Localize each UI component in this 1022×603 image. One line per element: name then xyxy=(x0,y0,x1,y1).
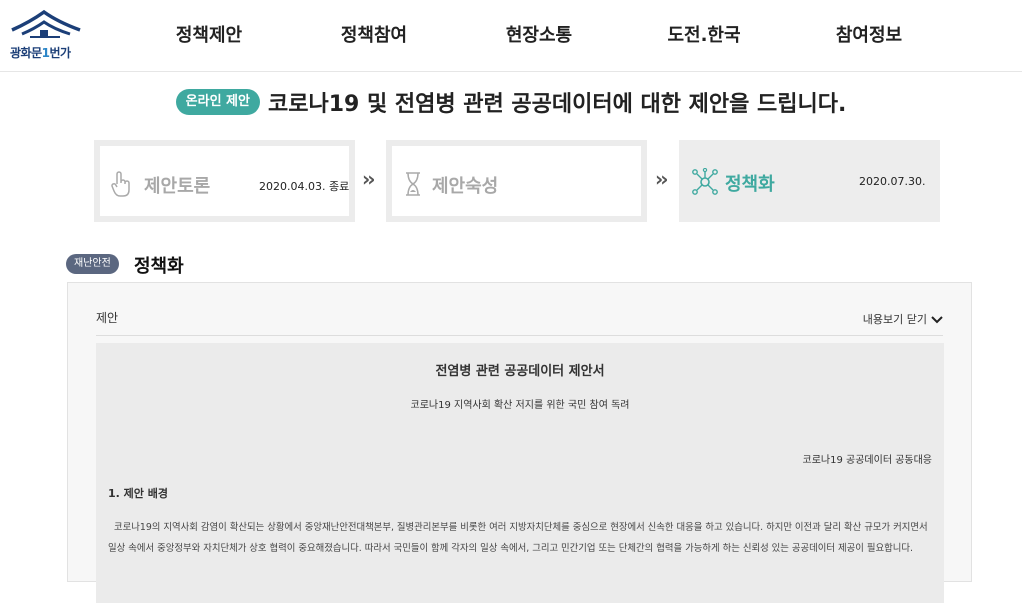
proposal-document: 전염병 관련 공공데이터 제안서 코로나19 지역사회 확산 저지를 위한 국민… xyxy=(96,343,944,603)
step-policy: 정책화 2020.07.30. xyxy=(679,140,940,222)
nav-participation-info[interactable]: 참여정보 xyxy=(820,22,918,50)
document-organization: 코로나19 공공데이터 공동대응 xyxy=(802,455,932,466)
step-maturation-label: 제안숙성 xyxy=(432,176,499,197)
proposal-panel: 제안 내용보기 닫기 전염병 관련 공공데이터 제안서 코로나19 지역사회 확… xyxy=(67,282,972,603)
step-discussion-date: 2020.04.03. 종료 xyxy=(259,180,350,193)
toggle-content-label: 내용보기 닫기 xyxy=(862,313,927,326)
online-proposal-badge: 온라인 제안 xyxy=(175,89,260,115)
step-discussion-card: 제안토론 2020.04.03. 종료 xyxy=(100,146,349,216)
step-maturation: 제안숙성 xyxy=(386,140,647,222)
document-subtitle: 코로나19 지역사회 확산 저지를 위한 국민 참여 독려 xyxy=(410,400,630,411)
section-heading: 1. 제안 배경 xyxy=(108,487,168,500)
step-policy-date: 2020.07.30. xyxy=(859,175,926,188)
step-policy-label: 정책화 xyxy=(725,174,775,195)
nav-policy-proposal[interactable]: 정책제안 xyxy=(160,22,258,50)
site-header: 광화문1번가 정책제안 정책참여 현장소통 도전.한국 참여정보 xyxy=(0,0,1022,72)
nav-policy-participation[interactable]: 정책참여 xyxy=(325,22,423,50)
page-title: 코로나19 및 전염병 관련 공공데이터에 대한 제안을 드립니다. xyxy=(267,92,847,117)
double-chevron-right-icon: ›› xyxy=(362,167,376,191)
panel-divider xyxy=(96,335,943,336)
double-chevron-right-icon: ›› xyxy=(655,167,669,191)
network-icon xyxy=(692,168,718,195)
panel-heading: 제안 xyxy=(96,311,119,325)
chevron-down-icon xyxy=(931,316,943,324)
nav-field-communication[interactable]: 현장소통 xyxy=(490,22,588,50)
section-paragraph: 코로나19의 지역사회 감염이 확산되는 상황에서 중앙재난안전대책본부, 질병… xyxy=(108,522,928,554)
site-logo[interactable]: 광화문1번가 xyxy=(8,8,84,60)
step-discussion: 제안토론 2020.04.03. 종료 xyxy=(94,140,355,222)
category-title: 정책화 xyxy=(134,256,184,277)
logo-text: 광화문1번가 xyxy=(10,46,71,60)
hourglass-icon xyxy=(406,172,420,196)
page-title-row: 온라인 제안 코로나19 및 전염병 관련 공공데이터에 대한 제안을 드립니다. xyxy=(0,86,1022,120)
hand-pointer-icon xyxy=(111,171,130,197)
toggle-content-button[interactable]: 내용보기 닫기 xyxy=(863,311,943,327)
document-title: 전염병 관련 공공데이터 제안서 xyxy=(435,364,605,379)
step-maturation-card: 제안숙성 xyxy=(392,146,641,216)
nav-challenge-korea[interactable]: 도전.한국 xyxy=(655,22,753,50)
category-badge: 재난안전 xyxy=(66,254,119,274)
step-discussion-label: 제안토론 xyxy=(144,176,211,197)
palace-roof-icon xyxy=(11,9,81,38)
